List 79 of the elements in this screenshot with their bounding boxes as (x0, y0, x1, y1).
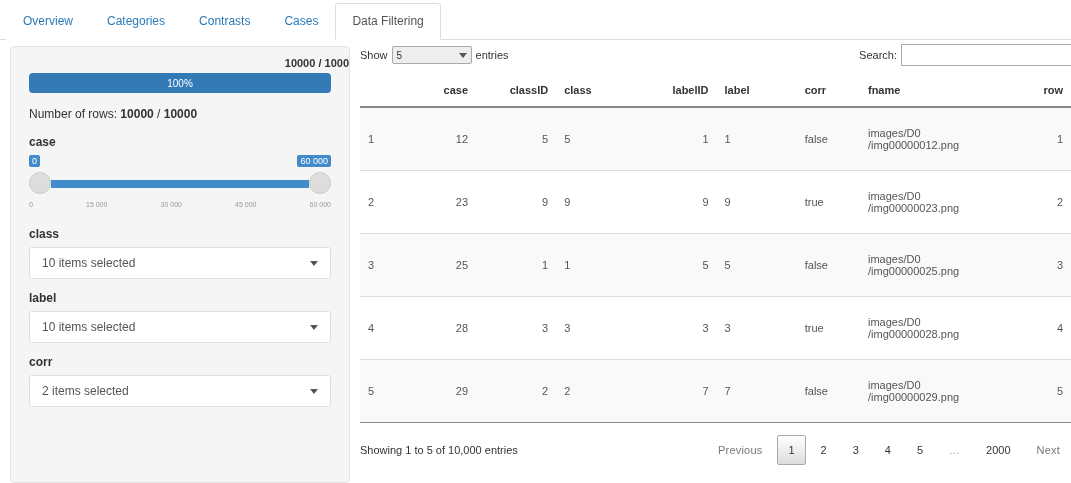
filter-dropdown[interactable]: 2 items selected (29, 375, 331, 407)
table-cell: 4 (360, 296, 398, 359)
search-field[interactable] (901, 44, 1071, 66)
table-cell: 3 (636, 296, 717, 359)
pagination-link[interactable]: Next (1025, 435, 1071, 465)
table-cell: images/D0 /img00000012.png (860, 107, 1008, 170)
pagination-ellipsis: … (948, 443, 962, 458)
table-cell: 1 (360, 107, 398, 170)
table-cell: 5 (556, 107, 637, 170)
table-cell: 29 (397, 359, 476, 422)
table-cell: 2 (556, 359, 637, 422)
table-cell: false (796, 233, 860, 296)
table-cell: 1 (716, 107, 797, 170)
show-label: Show (360, 49, 388, 61)
table-cell: 3 (556, 296, 637, 359)
table-cell: 1 (556, 233, 637, 296)
table-cell: 5 (636, 233, 717, 296)
table-cell: 2 (360, 170, 398, 233)
filter-label: corr (29, 355, 54, 369)
filter-dropdown[interactable]: 10 items selected (29, 311, 331, 343)
progress-fill: 100% (29, 73, 331, 93)
caret-icon (310, 388, 318, 394)
rows-text: Number of rows: 10000 / 10000 (29, 107, 199, 121)
caret-icon (310, 260, 318, 266)
table-cell: 9 (716, 170, 797, 233)
table-cell: 1 (1007, 107, 1071, 170)
table-cell: 2 (1007, 170, 1071, 233)
table-cell: 2 (476, 359, 557, 422)
slider-handle[interactable] (29, 172, 51, 194)
page-button[interactable]: 1 (777, 435, 806, 465)
table-cell: true (796, 170, 860, 233)
filter-label: label (29, 291, 58, 305)
table-cell: 5 (360, 359, 398, 422)
table-cell: 5 (716, 233, 797, 296)
min-value: 0 (29, 155, 40, 167)
page-button[interactable]: 4 (873, 435, 902, 465)
max-value: 60 000 (297, 155, 331, 167)
table-cell: 7 (636, 359, 717, 422)
filter-label: class (29, 227, 61, 241)
table-cell: 3 (360, 233, 398, 296)
table-cell: 3 (476, 296, 557, 359)
table-cell: false (796, 359, 860, 422)
tab[interactable]: Data Filtering (335, 3, 441, 40)
page-button[interactable]: 5 (905, 435, 935, 465)
table-cell: 3 (1007, 233, 1071, 296)
table-cell: images/D0 /img00000025.png (860, 233, 1008, 296)
table-cell: 3 (716, 296, 797, 359)
table-cell: true (796, 296, 860, 359)
table-cell: 1 (636, 107, 717, 170)
table-cell: 9 (636, 170, 717, 233)
table-cell: images/D0 /img00000029.png (860, 359, 1008, 422)
search-label: Search: (859, 49, 897, 61)
progress-count: 10000 / 1000 (283, 57, 349, 69)
entries-label: entries (475, 49, 509, 61)
filter-dropdown[interactable]: 10 items selected (29, 247, 331, 279)
table-cell: 23 (397, 170, 476, 233)
slider-handle[interactable] (309, 172, 331, 194)
table-cell: images/D0 /img00000023.png (860, 170, 1008, 233)
caret-icon (458, 52, 467, 58)
table-cell: 7 (716, 359, 797, 422)
table-cell: 25 (397, 233, 476, 296)
slider-label: case (29, 135, 57, 149)
page-button[interactable]: 2 (809, 435, 838, 465)
table-cell: 9 (476, 170, 557, 233)
table-cell: 1 (476, 233, 557, 296)
table-cell: 5 (476, 107, 557, 170)
page-button[interactable]: 3 (841, 435, 870, 465)
table-cell: 5 (1007, 359, 1071, 422)
table-cell: 9 (556, 170, 637, 233)
table-cell: 12 (397, 107, 476, 170)
table-info: Showing 1 to 5 of 10,000 entries (360, 444, 518, 456)
table-cell: 4 (1007, 296, 1071, 359)
table-cell: 28 (397, 296, 476, 359)
table-cell: false (796, 107, 860, 170)
pagination-link[interactable]: Previous (707, 435, 774, 465)
length-select[interactable]: 5 (391, 46, 472, 64)
caret-icon (310, 324, 318, 330)
page-button[interactable]: 2000 (975, 435, 1022, 465)
table-cell: images/D0 /img00000028.png (860, 296, 1008, 359)
